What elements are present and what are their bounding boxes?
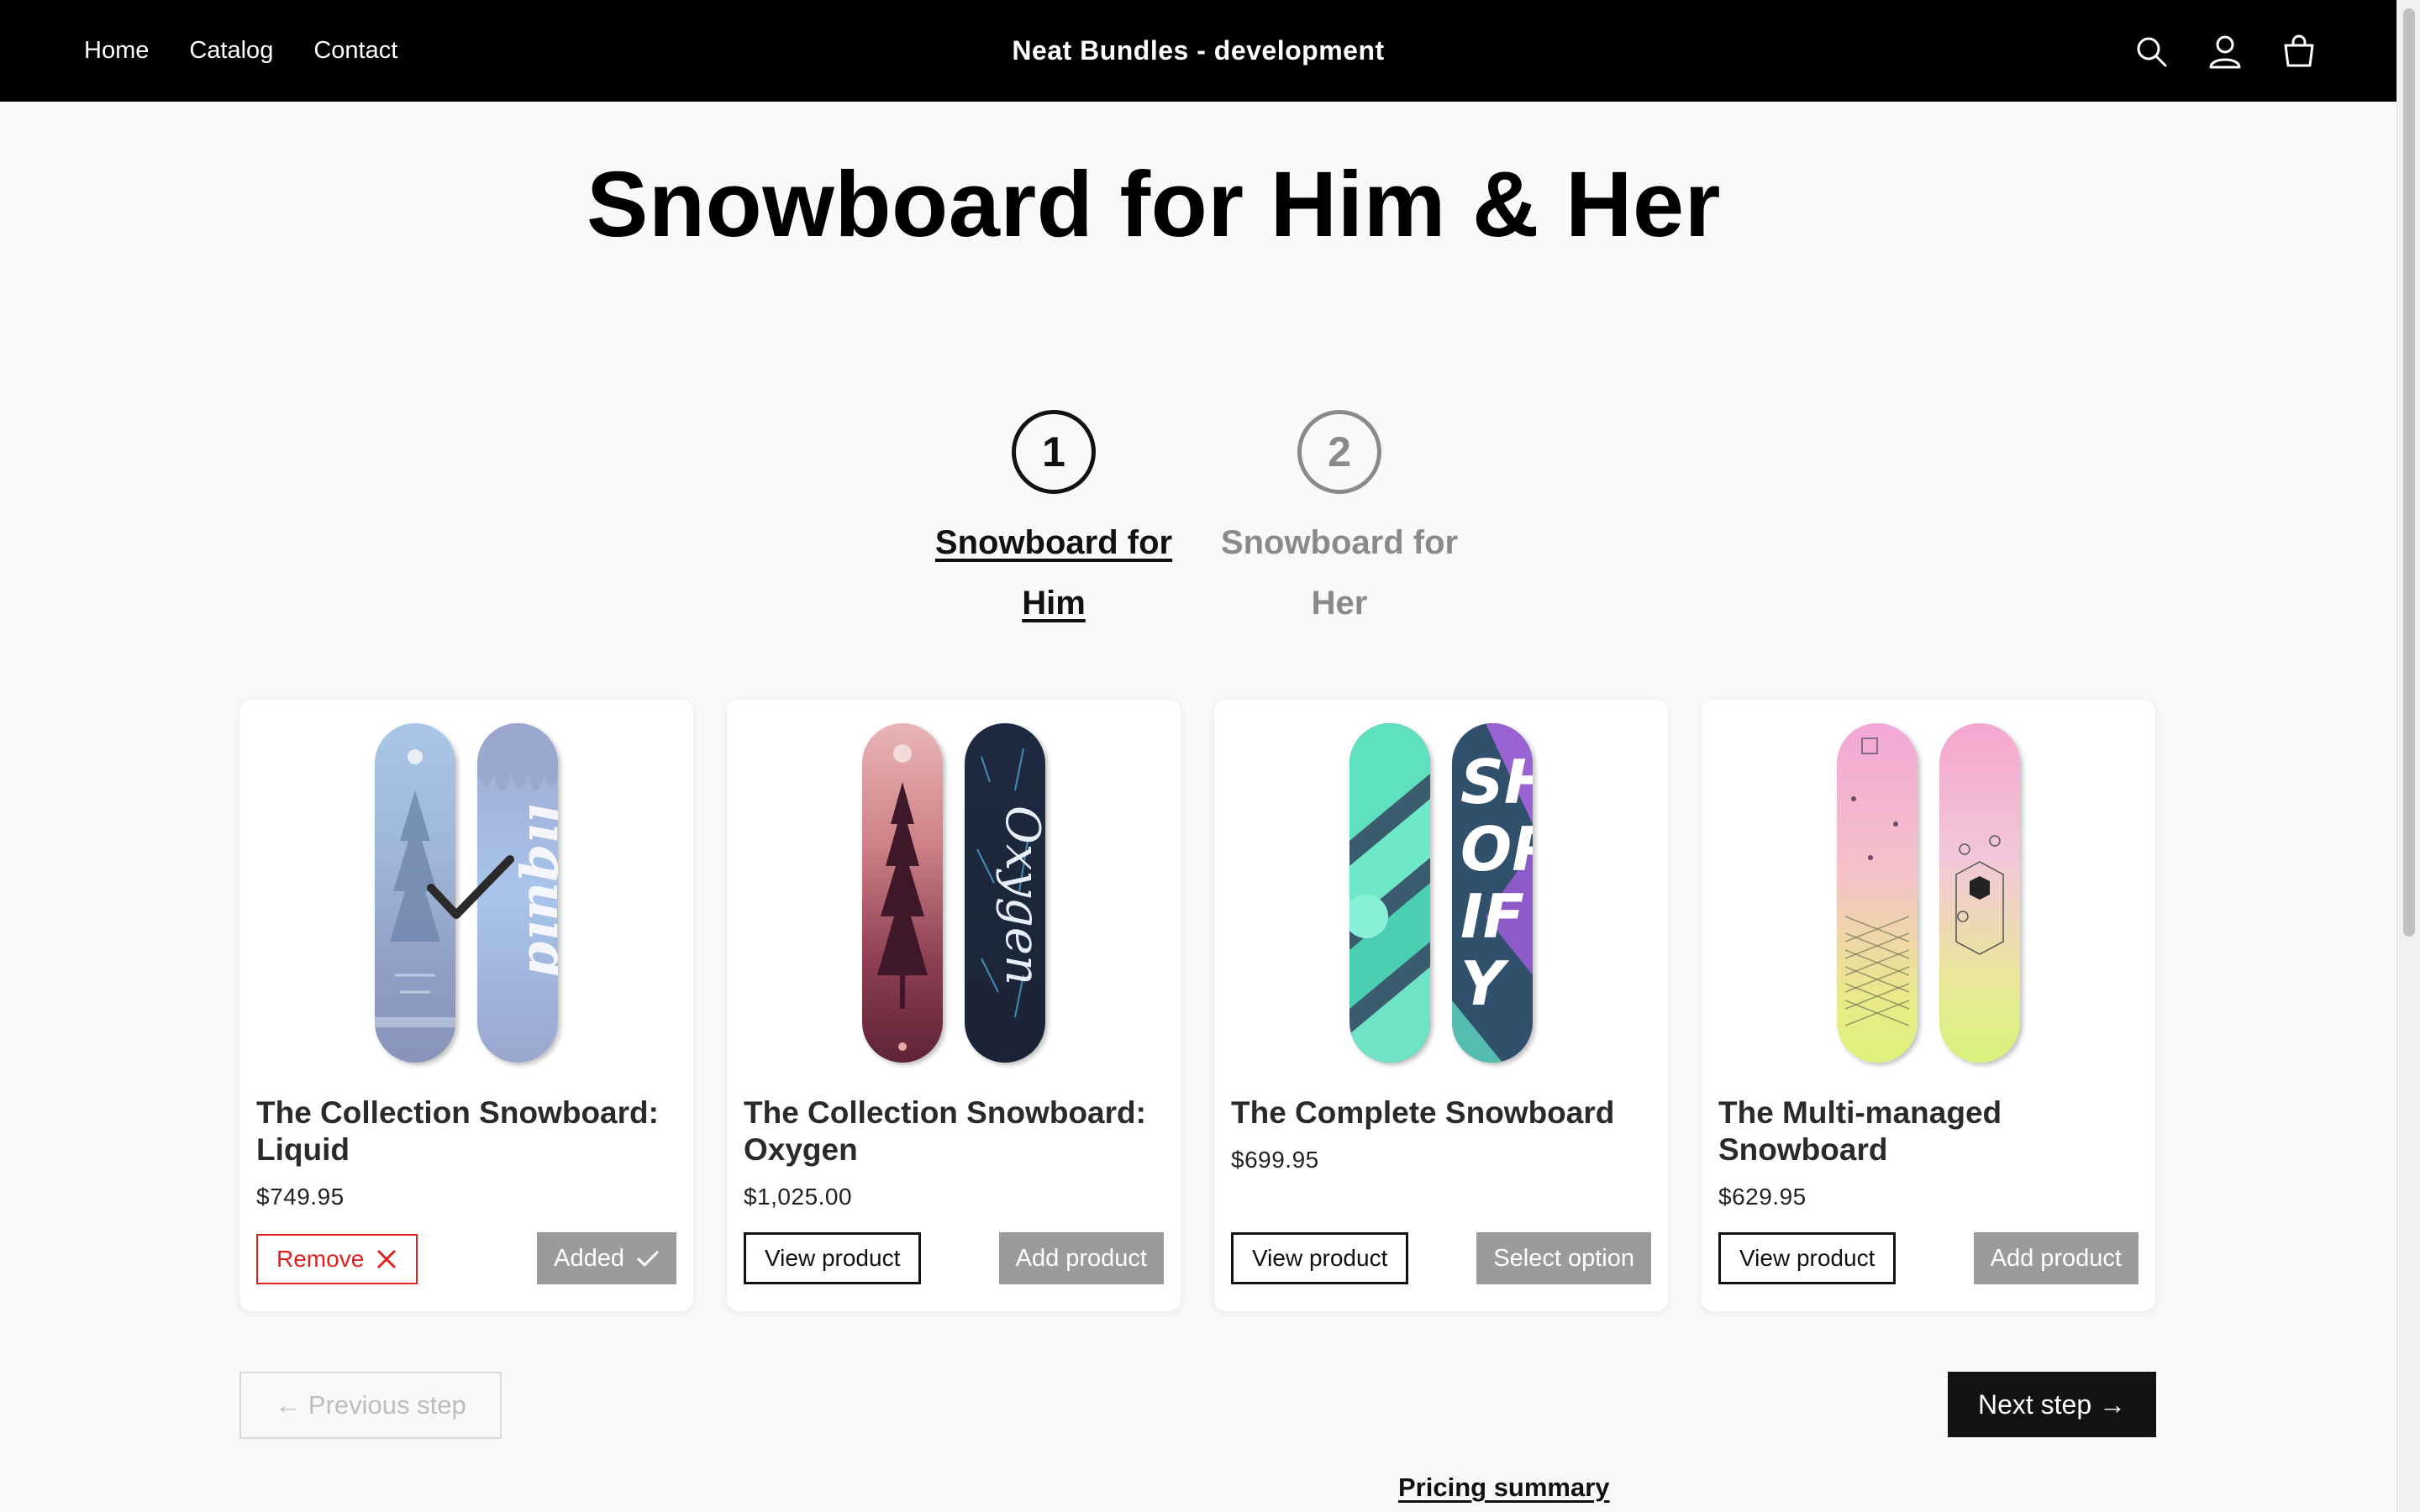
snowboard-front-image xyxy=(862,723,943,1063)
select-option-button[interactable]: Select option xyxy=(1476,1232,1651,1284)
product-price: $629.95 xyxy=(1718,1184,1807,1210)
product-price: $699.95 xyxy=(1231,1147,1319,1173)
product-image[interactable] xyxy=(1702,700,2155,1086)
nav-home-link[interactable]: Home xyxy=(84,37,149,65)
product-title[interactable]: The Collection Snowboard: Oxygen xyxy=(744,1095,1164,1168)
nav-contact-link[interactable]: Contact xyxy=(313,37,397,65)
product-title[interactable]: The Collection Snowboard: Liquid xyxy=(256,1095,676,1168)
view-product-button[interactable]: View product xyxy=(1231,1232,1409,1284)
step-2[interactable]: 2 Snowboard for Her xyxy=(1209,410,1470,633)
pricing-summary-link[interactable]: Pricing summary xyxy=(1398,1473,1610,1503)
add-product-button[interactable]: Add product xyxy=(998,1232,1164,1284)
nav-catalog-link[interactable]: Catalog xyxy=(189,37,273,65)
header-icons xyxy=(2133,0,2317,102)
step-label: Snowboard for Her xyxy=(1220,524,1459,622)
added-button-label: Added xyxy=(554,1244,624,1272)
scrollbar-thumb[interactable] xyxy=(2403,8,2415,937)
product-image[interactable]: Oxygen xyxy=(727,700,1181,1086)
previous-step-button[interactable]: ← Previous step xyxy=(239,1372,502,1439)
snowboard-front-image xyxy=(1349,723,1430,1063)
product-title[interactable]: The Multi-managed Snowboard xyxy=(1718,1095,2139,1168)
snowboard-back-image xyxy=(1939,723,2020,1063)
product-image[interactable]: SH OP IF Y xyxy=(1214,700,1668,1086)
cart-icon[interactable] xyxy=(2281,33,2317,70)
product-card-oxygen: Oxygen The Collection Snowboard: Oxygen … xyxy=(727,700,1181,1311)
svg-text:SH: SH xyxy=(1460,747,1533,817)
snowboard-front-image xyxy=(1837,723,1918,1063)
step-1[interactable]: 1 Snowboard for Him xyxy=(923,410,1184,633)
next-step-button[interactable]: Next step → xyxy=(1948,1372,2156,1437)
page-scrollbar[interactable] xyxy=(2396,0,2420,1512)
product-card-multi-managed: The Multi-managed Snowboard $629.95 View… xyxy=(1702,700,2155,1311)
page-title: Snowboard for Him & Her xyxy=(587,153,1721,256)
add-product-button[interactable]: Add product xyxy=(1973,1232,2139,1284)
selected-checkmark-icon xyxy=(427,855,514,919)
product-card-liquid: liquid The Collection Snowboard: Liquid … xyxy=(239,700,693,1311)
check-icon xyxy=(636,1250,660,1268)
product-image[interactable]: liquid xyxy=(239,700,693,1086)
view-product-button[interactable]: View product xyxy=(1718,1232,1897,1284)
step-label: Snowboard for Him xyxy=(934,524,1173,622)
step-number-badge: 1 xyxy=(1012,410,1096,494)
svg-text:Y: Y xyxy=(1460,948,1510,1019)
product-title[interactable]: The Complete Snowboard xyxy=(1231,1095,1651,1131)
snowboard-back-image: SH OP IF Y xyxy=(1452,723,1533,1063)
svg-text:OP: OP xyxy=(1460,814,1533,885)
product-price: $1,025.00 xyxy=(744,1184,853,1210)
search-icon[interactable] xyxy=(2133,33,2170,70)
remove-button-label: Remove xyxy=(276,1246,365,1272)
close-icon xyxy=(377,1249,397,1269)
site-header: Home Catalog Contact Neat Bundles - deve… xyxy=(0,0,2396,102)
snowboard-back-image: Oxygen xyxy=(965,723,1045,1063)
svg-text:IF: IF xyxy=(1460,881,1524,952)
svg-text:liquid: liquid xyxy=(516,804,558,979)
account-icon[interactable] xyxy=(2207,33,2244,70)
product-card-complete: SH OP IF Y The Complete Snowboard $699.9… xyxy=(1214,700,1668,1311)
product-price: $749.95 xyxy=(256,1184,345,1210)
main-nav: Home Catalog Contact xyxy=(84,0,397,102)
remove-product-button[interactable]: Remove xyxy=(256,1234,418,1284)
svg-text:Oxygen: Oxygen xyxy=(995,806,1045,985)
step-number-badge: 2 xyxy=(1297,410,1381,494)
added-product-button[interactable]: Added xyxy=(537,1232,676,1284)
view-product-button[interactable]: View product xyxy=(744,1232,922,1284)
